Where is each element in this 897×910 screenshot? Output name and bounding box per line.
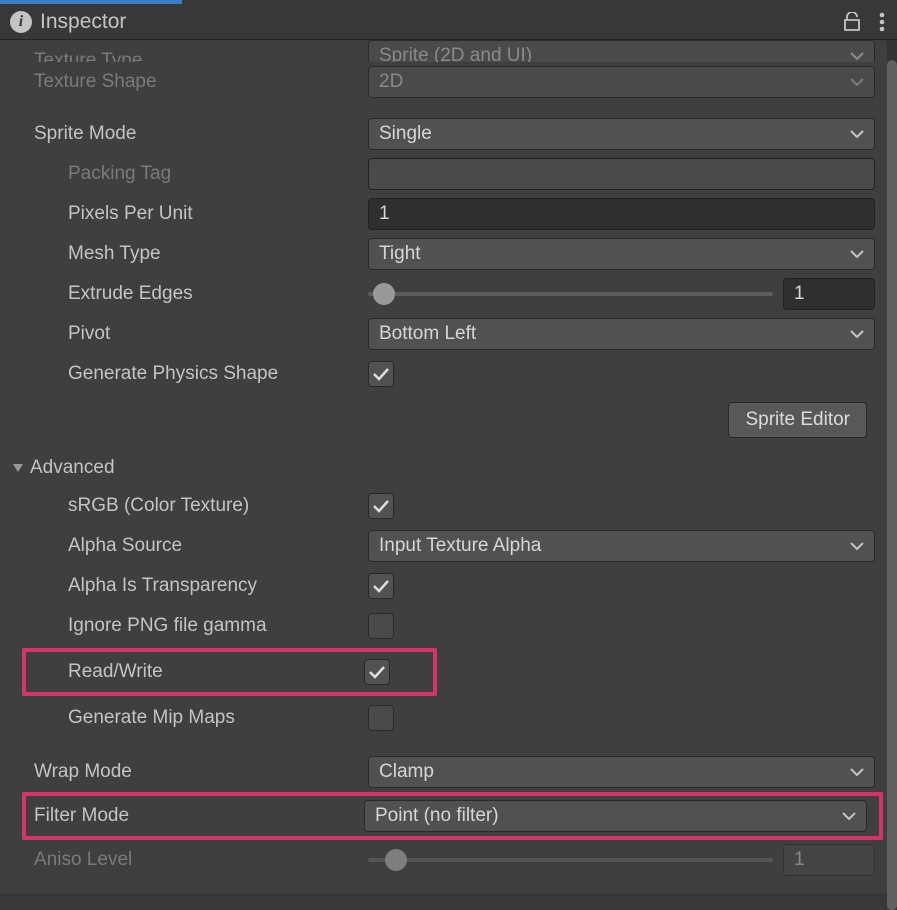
read-write-label: Read/Write xyxy=(68,661,364,683)
slider-thumb[interactable] xyxy=(373,283,395,305)
texture-shape-label: Texture Shape xyxy=(34,71,368,93)
filter-mode-highlight: Filter Mode Point (no filter) xyxy=(22,792,883,840)
chevron-down-icon xyxy=(850,330,864,338)
chevron-down-icon xyxy=(842,812,856,820)
filter-mode-dropdown[interactable]: Point (no filter) xyxy=(364,800,867,832)
read-write-checkbox[interactable] xyxy=(364,659,390,685)
alpha-is-transparency-label: Alpha Is Transparency xyxy=(68,575,368,597)
chevron-down-icon xyxy=(850,130,864,138)
sprite-mode-row: Sprite Mode Single xyxy=(0,114,887,154)
kebab-menu-icon[interactable] xyxy=(879,12,885,32)
texture-type-value: Sprite (2D and UI) xyxy=(379,45,532,62)
packing-tag-row: Packing Tag xyxy=(0,154,887,194)
ignore-png-gamma-label: Ignore PNG file gamma xyxy=(68,615,368,637)
aniso-level-row: Aniso Level 1 xyxy=(0,840,887,880)
read-write-highlight: Read/Write xyxy=(22,648,437,696)
aniso-level-value: 1 xyxy=(794,849,805,871)
generate-mip-maps-label: Generate Mip Maps xyxy=(68,707,368,729)
lock-icon[interactable] xyxy=(843,12,861,32)
texture-shape-dropdown: 2D xyxy=(368,66,875,98)
srgb-row: sRGB (Color Texture) xyxy=(0,486,887,526)
pivot-dropdown[interactable]: Bottom Left xyxy=(368,318,875,350)
scrollbar[interactable] xyxy=(887,40,897,893)
alpha-is-transparency-checkbox[interactable] xyxy=(368,573,394,599)
sprite-mode-dropdown[interactable]: Single xyxy=(368,118,875,150)
info-icon: i xyxy=(10,11,32,33)
pivot-value: Bottom Left xyxy=(379,323,476,345)
sprite-editor-button[interactable]: Sprite Editor xyxy=(728,402,867,438)
alpha-is-transparency-row: Alpha Is Transparency xyxy=(0,566,887,606)
aniso-level-label: Aniso Level xyxy=(34,849,368,871)
texture-type-dropdown[interactable]: Sprite (2D and UI) xyxy=(368,40,875,62)
extrude-edges-slider[interactable] xyxy=(368,292,773,296)
mesh-type-label: Mesh Type xyxy=(68,243,368,265)
generate-physics-shape-label: Generate Physics Shape xyxy=(68,363,368,385)
tab-title: Inspector xyxy=(40,10,126,34)
advanced-label: Advanced xyxy=(30,457,115,479)
wrap-mode-label: Wrap Mode xyxy=(34,761,368,783)
extrude-edges-value-input[interactable]: 1 xyxy=(783,278,875,310)
filter-mode-label: Filter Mode xyxy=(34,805,364,827)
generate-physics-shape-row: Generate Physics Shape xyxy=(0,354,887,394)
chevron-down-icon xyxy=(850,78,864,86)
filter-mode-value: Point (no filter) xyxy=(375,805,499,827)
generate-mip-maps-checkbox[interactable] xyxy=(368,705,394,731)
alpha-source-label: Alpha Source xyxy=(68,535,368,557)
ignore-png-gamma-checkbox[interactable] xyxy=(368,613,394,639)
pixels-per-unit-input[interactable]: 1 xyxy=(368,198,875,230)
texture-shape-row: Texture Shape 2D xyxy=(0,62,887,102)
srgb-label: sRGB (Color Texture) xyxy=(68,495,368,517)
generate-mip-maps-row: Generate Mip Maps xyxy=(0,698,887,738)
alpha-source-value: Input Texture Alpha xyxy=(379,535,541,557)
mesh-type-dropdown[interactable]: Tight xyxy=(368,238,875,270)
pixels-per-unit-value: 1 xyxy=(379,203,390,225)
sprite-editor-button-row: Sprite Editor xyxy=(0,394,887,450)
slider-thumb xyxy=(385,849,407,871)
alpha-source-row: Alpha Source Input Texture Alpha xyxy=(0,526,887,566)
chevron-down-icon xyxy=(850,768,864,776)
mesh-type-row: Mesh Type Tight xyxy=(0,234,887,274)
packing-tag-label: Packing Tag xyxy=(68,163,368,185)
filter-mode-row: Filter Mode Point (no filter) xyxy=(26,796,879,836)
sprite-mode-label: Sprite Mode xyxy=(34,123,368,145)
aniso-level-value-input: 1 xyxy=(783,844,875,876)
pivot-row: Pivot Bottom Left xyxy=(0,314,887,354)
pivot-label: Pivot xyxy=(68,323,368,345)
read-write-row: Read/Write xyxy=(26,652,433,692)
chevron-down-icon xyxy=(850,250,864,258)
pixels-per-unit-row: Pixels Per Unit 1 xyxy=(0,194,887,234)
extrude-edges-label: Extrude Edges xyxy=(68,283,368,305)
texture-type-label: Texture Type xyxy=(34,50,368,62)
ignore-png-gamma-row: Ignore PNG file gamma xyxy=(0,606,887,646)
extrude-edges-row: Extrude Edges 1 xyxy=(0,274,887,314)
generate-physics-shape-checkbox[interactable] xyxy=(368,361,394,387)
alpha-source-dropdown[interactable]: Input Texture Alpha xyxy=(368,530,875,562)
wrap-mode-row: Wrap Mode Clamp xyxy=(0,752,887,792)
chevron-down-icon xyxy=(850,52,864,60)
extrude-edges-value: 1 xyxy=(794,283,805,305)
chevron-down-icon xyxy=(850,542,864,550)
inspector-content: Texture Type Sprite (2D and UI) Texture … xyxy=(0,40,887,893)
inspector-tab[interactable]: i Inspector xyxy=(10,10,126,34)
wrap-mode-value: Clamp xyxy=(379,761,434,783)
srgb-checkbox[interactable] xyxy=(368,493,394,519)
pixels-per-unit-label: Pixels Per Unit xyxy=(68,203,368,225)
texture-shape-value: 2D xyxy=(379,71,403,93)
packing-tag-input xyxy=(368,158,875,190)
foldout-triangle-icon xyxy=(12,462,24,474)
aniso-level-slider xyxy=(368,858,773,862)
advanced-section-header[interactable]: Advanced xyxy=(0,450,887,486)
mesh-type-value: Tight xyxy=(379,243,421,265)
wrap-mode-dropdown[interactable]: Clamp xyxy=(368,756,875,788)
sprite-mode-value: Single xyxy=(379,123,432,145)
texture-type-row: Texture Type Sprite (2D and UI) xyxy=(0,40,887,62)
inspector-tab-bar: i Inspector xyxy=(0,4,897,40)
